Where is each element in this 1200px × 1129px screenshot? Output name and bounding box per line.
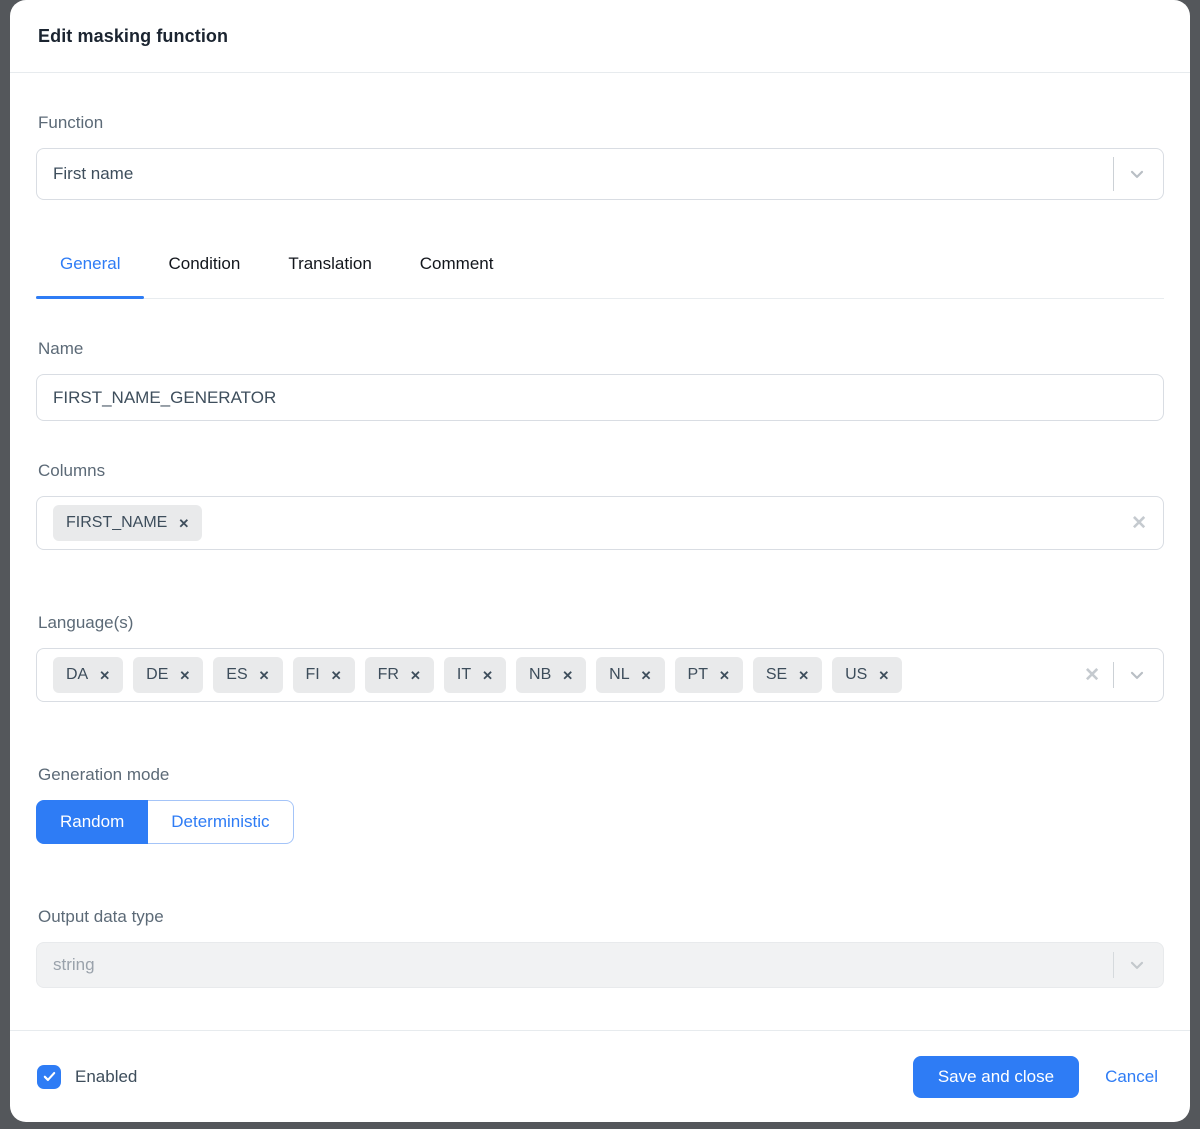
generation-mode-toggle: RandomDeterministic [36,800,294,844]
generation-mode-section: Generation mode RandomDeterministic [36,765,1164,844]
chip-remove-icon[interactable]: ✕ [331,669,342,682]
dialog-title: Edit masking function [38,26,228,47]
save-and-close-button[interactable]: Save and close [913,1056,1079,1098]
name-input[interactable] [36,374,1164,421]
generation-mode-random-button[interactable]: Random [36,800,148,844]
chip-label: NB [529,666,551,684]
tab-condition[interactable]: Condition [144,250,264,298]
chip-remove-icon[interactable]: ✕ [719,669,730,682]
output-data-type-value: string [53,955,95,975]
chip: FR ✕ [365,657,434,693]
chip-remove-icon[interactable]: ✕ [798,669,809,682]
name-label: Name [38,339,1164,359]
chip-label: IT [457,666,471,684]
languages-multiselect[interactable]: DA ✕ DE ✕ ES ✕ FI ✕ FR ✕ IT ✕ NB ✕ NL ✕ PT ✕ SE ✕ US ✕ ✕ [36,648,1164,702]
chip: NL ✕ [596,657,664,693]
dialog-body: Function First name GeneralConditionTran… [10,73,1190,1030]
tab-comment[interactable]: Comment [396,250,518,298]
chip: US ✕ [832,657,902,693]
chip: FIRST_NAME ✕ [53,505,202,541]
chip-remove-icon[interactable]: ✕ [99,669,110,682]
dialog-header: Edit masking function [10,0,1190,73]
chip-remove-icon[interactable]: ✕ [410,669,421,682]
function-select[interactable]: First name [36,148,1164,200]
chip-label: DE [146,666,168,684]
chevron-down-icon [1127,955,1147,975]
dialog-footer: Enabled Save and close Cancel [10,1030,1190,1122]
function-section: Function First name [36,113,1164,200]
tab-translation[interactable]: Translation [264,250,395,298]
chip-label: PT [688,666,708,684]
languages-chip-list: DA ✕ DE ✕ ES ✕ FI ✕ FR ✕ IT ✕ NB ✕ NL ✕ PT ✕ SE ✕ US ✕ [53,657,1084,693]
footer-actions: Save and close Cancel [913,1056,1158,1098]
chip-remove-icon[interactable]: ✕ [482,669,493,682]
output-data-type-label: Output data type [38,907,1164,927]
chip: DA ✕ [53,657,123,693]
select-divider [1113,157,1114,191]
languages-label: Language(s) [38,613,1164,633]
chip-label: FIRST_NAME [66,514,167,532]
chip-remove-icon[interactable]: ✕ [641,669,652,682]
generation-mode-label: Generation mode [38,765,1164,785]
chip: ES ✕ [213,657,282,693]
chip-label: DA [66,666,88,684]
chip: SE ✕ [753,657,822,693]
chip: NB ✕ [516,657,586,693]
output-data-type-section: Output data type string [36,907,1164,988]
chip-label: ES [226,666,247,684]
enabled-label: Enabled [75,1067,137,1087]
chip-label: SE [766,666,787,684]
chip-remove-icon[interactable]: ✕ [259,669,270,682]
columns-section: Columns FIRST_NAME ✕ ✕ [36,461,1164,550]
enabled-checkbox[interactable] [37,1065,61,1089]
tab-general[interactable]: General [36,250,144,298]
generation-mode-deterministic-button[interactable]: Deterministic [148,800,293,844]
languages-section: Language(s) DA✕DE✕ES✕FI✕FR✕IT✕NB✕NL✕PT✕S… [36,613,1164,702]
select-divider [1113,662,1114,688]
output-data-type-select: string [36,942,1164,988]
checkmark-icon [42,1069,57,1084]
chip: FI ✕ [293,657,355,693]
chip-remove-icon[interactable]: ✕ [878,669,889,682]
function-select-value: First name [53,164,133,184]
edit-masking-function-dialog: Edit masking function Function First nam… [10,0,1190,1122]
select-divider [1113,952,1114,978]
columns-clear-icon[interactable]: ✕ [1131,514,1147,533]
columns-chip-list: FIRST_NAME ✕ [53,505,1131,541]
chip-label: FI [306,666,320,684]
chip: DE ✕ [133,657,203,693]
languages-clear-icon[interactable]: ✕ [1084,666,1100,685]
chip-remove-icon[interactable]: ✕ [178,517,189,530]
chevron-down-icon[interactable] [1127,665,1147,685]
name-section: Name [36,339,1164,421]
chevron-down-icon[interactable] [1127,164,1147,184]
columns-label: Columns [38,461,1164,481]
chip-label: NL [609,666,629,684]
chip-remove-icon[interactable]: ✕ [562,669,573,682]
cancel-button[interactable]: Cancel [1105,1067,1158,1087]
chip: PT ✕ [675,657,743,693]
tab-bar: GeneralConditionTranslationComment [36,250,1164,299]
chip-remove-icon[interactable]: ✕ [179,669,190,682]
chip: IT ✕ [444,657,506,693]
chip-label: FR [378,666,399,684]
chip-label: US [845,666,867,684]
function-label: Function [38,113,1164,133]
columns-multiselect[interactable]: FIRST_NAME ✕ ✕ [36,496,1164,550]
